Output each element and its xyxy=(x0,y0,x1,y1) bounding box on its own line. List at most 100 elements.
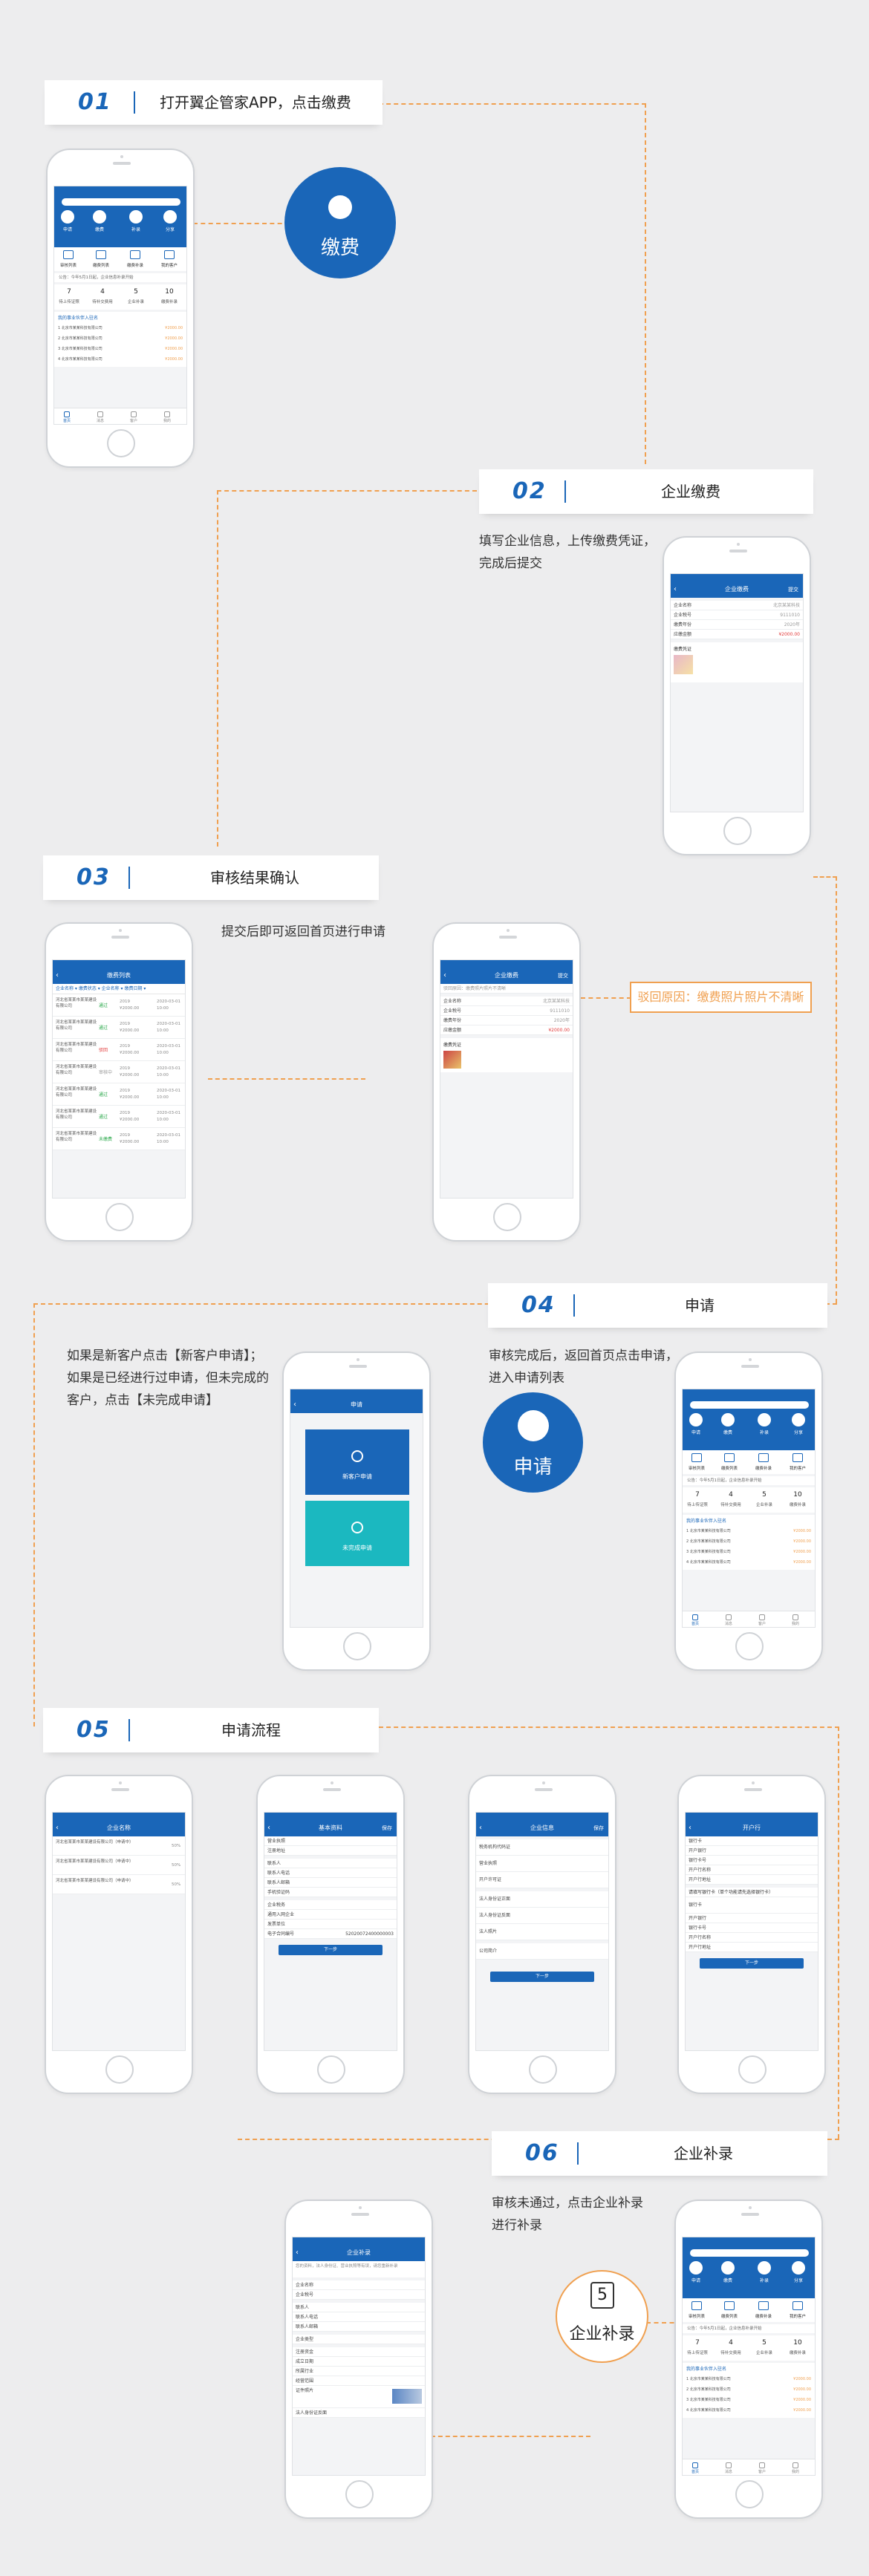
next-button[interactable]: 下一步 xyxy=(490,1972,594,1982)
list-item[interactable]: 2 北京市某某科技有限公司 ¥2000.00 xyxy=(686,2384,811,2395)
table-row[interactable]: 河北省某某市某某建设有限公司 未缴费 2019 ¥2000.00 2020-03-01… xyxy=(53,1128,185,1150)
audit-list-icon[interactable] xyxy=(63,250,74,259)
list-item[interactable]: 河北省某某市某某建设有限公司（申请中） 50% xyxy=(53,1856,185,1875)
table-row[interactable]: 河北省某某市某某建设有限公司 通过 2019 ¥2000.00 2020-03-01 … xyxy=(53,1017,185,1039)
upload-row[interactable]: 证件照片 xyxy=(293,2386,425,2408)
share-icon[interactable] xyxy=(163,210,177,224)
upload-row[interactable]: 法人身份证反面 xyxy=(293,2408,425,2418)
list-item[interactable]: 3 北京市某某科技有限公司 ¥2000.00 xyxy=(686,1547,811,1557)
save-button[interactable]: 保存 xyxy=(593,1820,604,1836)
supplement-icon[interactable] xyxy=(758,2261,771,2275)
supplement-icon[interactable] xyxy=(758,1413,771,1426)
save-button[interactable]: 保存 xyxy=(382,1820,392,1836)
form-row[interactable]: 开户行名称 xyxy=(686,1933,818,1943)
new-customer-button[interactable]: 新客户申请 xyxy=(305,1429,409,1495)
form-row[interactable]: 银行卡 xyxy=(686,1897,818,1914)
form-row[interactable]: 成立日期 xyxy=(293,2357,425,2367)
form-row[interactable]: 经营范围 xyxy=(293,2376,425,2386)
form-row[interactable]: 企业税号 9111010 xyxy=(440,1006,573,1016)
form-row[interactable]: 开户行地址 xyxy=(686,1943,818,1952)
form-row[interactable]: 企业名称 北京某某科技 xyxy=(671,601,803,610)
upload-row[interactable]: 开户许可证 xyxy=(476,1872,608,1888)
audit-list-icon[interactable] xyxy=(691,2301,702,2310)
upload-row[interactable]: 税务机构代码证 xyxy=(476,1839,608,1856)
form-row[interactable]: 联系人邮箱 xyxy=(293,2322,425,2332)
pay-list-icon[interactable] xyxy=(724,2301,735,2310)
upload-row[interactable]: 法人身份证正面 xyxy=(476,1891,608,1908)
list-item[interactable]: 4 北京市某某科技有限公司 ¥2000.00 xyxy=(686,2405,811,2416)
back-icon[interactable]: ‹ xyxy=(296,2245,299,2261)
form-row[interactable]: 手机验证码 xyxy=(264,1888,397,1897)
form-row[interactable]: 联系人电话 xyxy=(264,1868,397,1878)
form-row[interactable]: 通用入网企业 xyxy=(264,1910,397,1920)
user-icon[interactable] xyxy=(792,2462,798,2468)
proof-image[interactable] xyxy=(674,655,693,674)
form-row[interactable]: 开户行地址 xyxy=(686,1875,818,1885)
customer-icon[interactable] xyxy=(759,1614,765,1620)
form-row[interactable]: 开户银行 xyxy=(686,1846,818,1856)
message-icon[interactable] xyxy=(726,2462,732,2468)
back-icon[interactable]: ‹ xyxy=(267,1820,270,1836)
share-icon[interactable] xyxy=(792,1413,805,1426)
table-row[interactable]: 河北省某某市某某建设有限公司 通过 2019 ¥2000.00 2020-03-01 … xyxy=(53,994,185,1017)
notice-bar[interactable]: 公告：今年5月1日起，企业信息补录开始 xyxy=(54,273,186,282)
user-icon[interactable] xyxy=(164,411,170,417)
apply-icon[interactable] xyxy=(61,210,74,224)
pay-list-icon[interactable] xyxy=(724,1453,735,1462)
back-icon[interactable]: ‹ xyxy=(56,1820,59,1836)
pay-icon[interactable] xyxy=(721,1413,735,1426)
form-row[interactable]: 电子合同编号 52020072400000003 xyxy=(264,1929,397,1939)
unfinished-button[interactable]: 未完成申请 xyxy=(305,1501,409,1566)
my-customers-icon[interactable] xyxy=(792,1453,803,1462)
form-row[interactable]: 联系人 xyxy=(293,2303,425,2312)
form-row[interactable]: 注册资金 xyxy=(293,2347,425,2357)
apply-icon[interactable] xyxy=(689,1413,703,1426)
my-customers-icon[interactable] xyxy=(164,250,175,259)
list-item[interactable]: 3 北京市某某科技有限公司 ¥2000.00 xyxy=(58,344,183,354)
list-item[interactable]: 1 北京市某某科技有限公司 ¥2000.00 xyxy=(686,2374,811,2384)
submit-button[interactable]: 提交 xyxy=(558,968,568,984)
form-row[interactable]: 联系人邮箱 xyxy=(264,1878,397,1888)
user-icon[interactable] xyxy=(792,1614,798,1620)
home-icon[interactable] xyxy=(64,411,70,417)
pay-supplement-icon[interactable] xyxy=(758,2301,769,2310)
form-row[interactable]: 应缴金额 ¥2000.00 xyxy=(440,1025,573,1035)
form-row[interactable]: 联系人 xyxy=(264,1859,397,1868)
form-row[interactable]: 开户银行 xyxy=(686,1914,818,1923)
table-row[interactable]: 河北省某某市某某建设有限公司 驳回 2019 ¥2000.00 2020-03-01 … xyxy=(53,1039,185,1061)
message-icon[interactable] xyxy=(726,1614,732,1620)
audit-list-icon[interactable] xyxy=(691,1453,702,1462)
notice-bar[interactable]: 公告：今年5月1日起，企业信息补录开始 xyxy=(683,2324,815,2333)
form-row[interactable]: 所属行业 xyxy=(293,2367,425,2376)
upload-row[interactable]: 营业执照 xyxy=(476,1856,608,1872)
next-button[interactable]: 下一步 xyxy=(279,1945,383,1955)
upload-row[interactable]: 法人照片 xyxy=(476,1924,608,1940)
proof-image[interactable] xyxy=(443,1051,461,1069)
form-row[interactable]: 企业名称 xyxy=(293,2280,425,2290)
form-row[interactable]: 联系人电话 xyxy=(293,2312,425,2322)
notice-bar[interactable]: 公告：今年5月1日起，企业信息补录开始 xyxy=(683,1476,815,1485)
form-row[interactable]: 公司简介 xyxy=(476,1943,608,1960)
list-item[interactable]: 2 北京市某某科技有限公司 ¥2000.00 xyxy=(686,1536,811,1547)
back-icon[interactable]: ‹ xyxy=(674,581,677,598)
list-item[interactable]: 3 北京市某某科技有限公司 ¥2000.00 xyxy=(686,2395,811,2405)
customer-icon[interactable] xyxy=(759,2462,765,2468)
apply-icon[interactable] xyxy=(689,2261,703,2275)
share-icon[interactable] xyxy=(792,2261,805,2275)
submit-button[interactable]: 提交 xyxy=(788,581,798,598)
form-row[interactable]: 银行卡 xyxy=(686,1836,818,1846)
pay-icon[interactable] xyxy=(721,2261,735,2275)
next-button[interactable]: 下一步 xyxy=(700,1958,804,1969)
back-icon[interactable]: ‹ xyxy=(56,968,59,984)
back-icon[interactable]: ‹ xyxy=(443,968,446,984)
form-row[interactable]: 营业执照 xyxy=(264,1836,397,1846)
my-customers-icon[interactable] xyxy=(792,2301,803,2310)
back-icon[interactable]: ‹ xyxy=(293,1397,296,1413)
list-item[interactable]: 4 北京市某某科技有限公司 ¥2000.00 xyxy=(58,354,183,365)
form-row[interactable]: 缴费年份 2020年 xyxy=(671,620,803,630)
form-row[interactable]: 企业税务 xyxy=(264,1900,397,1910)
filter-tabs[interactable]: 企业名称 ▾ 缴费状态 ▾ 企业名称 ▾ 缴费日期 ▾ xyxy=(53,984,185,994)
form-row[interactable]: 企业税号 xyxy=(293,2290,425,2300)
table-row[interactable]: 河北省某某市某某建设有限公司 通过 2019 ¥2000.00 2020-03-01 … xyxy=(53,1106,185,1128)
list-item[interactable]: 2 北京市某某科技有限公司 ¥2000.00 xyxy=(58,333,183,344)
